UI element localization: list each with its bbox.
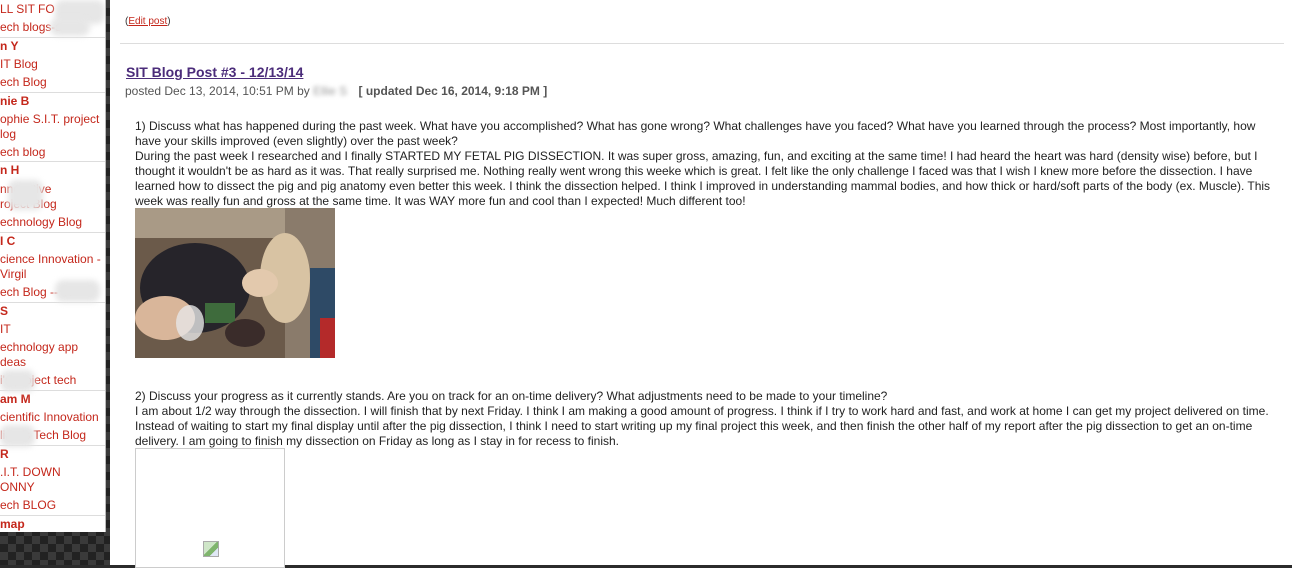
- redaction-blur: [8, 180, 43, 210]
- sidebar-link[interactable]: cientific Innovation: [0, 410, 99, 424]
- sidebar-heading[interactable]: R: [0, 447, 9, 461]
- answer-1: During the past week I researched and I …: [135, 149, 1271, 208]
- divider: [120, 43, 1284, 44]
- sidebar-link[interactable]: ech blog: [0, 145, 45, 159]
- sidebar-heading[interactable]: I C: [0, 234, 15, 248]
- dissection-photo-image: [135, 208, 335, 358]
- sidebar-heading[interactable]: am M: [0, 392, 31, 406]
- sidebar-link[interactable]: ophie S.I.T. project: [0, 112, 99, 126]
- sidebar-link[interactable]: Virgil: [0, 267, 26, 281]
- sidebar-link[interactable]: LL SIT FO: [0, 2, 55, 16]
- main-content: (Edit post) SIT Blog Post #3 - 12/13/14 …: [110, 0, 1292, 568]
- sidebar-separator: [0, 161, 105, 162]
- post-title[interactable]: SIT Blog Post #3 - 12/13/14: [126, 64, 303, 80]
- author-name: Ellie S: [313, 84, 348, 98]
- sidebar-link[interactable]: IT: [0, 322, 11, 336]
- edit-post-link[interactable]: Edit post: [128, 16, 167, 27]
- redaction-blur: [0, 425, 35, 447]
- question-2: 2) Discuss your progress as it currently…: [135, 389, 888, 403]
- dissection-photo[interactable]: [135, 208, 335, 358]
- sidebar-link[interactable]: .I.T. DOWN: [0, 465, 61, 479]
- answer-2: I am about 1/2 way through the dissectio…: [135, 404, 1269, 448]
- sidebar-separator: [0, 37, 105, 38]
- posted-date: posted Dec 13, 2014, 10:51 PM by: [125, 84, 310, 98]
- broken-image-icon: [203, 541, 219, 557]
- sidebar-link[interactable]: ONNY: [0, 480, 35, 494]
- edit-close-paren: ): [167, 16, 171, 27]
- redaction-blur: [50, 18, 90, 36]
- redaction-blur: [55, 280, 100, 302]
- post-meta: posted Dec 13, 2014, 10:51 PM by Ellie S…: [125, 84, 547, 98]
- question-1: 1) Discuss what has happened during the …: [135, 119, 1256, 148]
- sidebar: LL SIT FO ech blogs-s n Y IT Blog ech Blog ni…: [0, 0, 106, 532]
- redaction-blur: [0, 370, 35, 392]
- sidebar-heading[interactable]: n H: [0, 163, 19, 177]
- updated-date: [ updated Dec 16, 2014, 9:18 PM ]: [358, 84, 548, 98]
- sidebar-separator: [0, 515, 105, 516]
- sidebar-separator: [0, 92, 105, 93]
- sidebar-link[interactable]: echnology Blog: [0, 215, 82, 229]
- sidebar-heading[interactable]: nie B: [0, 94, 29, 108]
- edit-post-line: (Edit post): [125, 16, 171, 27]
- sidebar-separator: [0, 232, 105, 233]
- sidebar-link[interactable]: cience Innovation -: [0, 252, 101, 266]
- sidebar-heading[interactable]: n Y: [0, 39, 18, 53]
- sidebar-link[interactable]: IT Blog: [0, 57, 38, 71]
- broken-image[interactable]: [135, 448, 285, 568]
- sidebar-link[interactable]: ech BLOG: [0, 498, 56, 512]
- sidebar-separator: [0, 302, 105, 303]
- sidebar-link[interactable]: echnology app: [0, 340, 78, 354]
- sidebar-link[interactable]: log: [0, 127, 16, 141]
- sidebar-heading[interactable]: S: [0, 304, 8, 318]
- sidebar-link[interactable]: deas: [0, 355, 26, 369]
- sidebar-heading[interactable]: map: [0, 517, 25, 531]
- sidebar-link[interactable]: ech Blog: [0, 75, 47, 89]
